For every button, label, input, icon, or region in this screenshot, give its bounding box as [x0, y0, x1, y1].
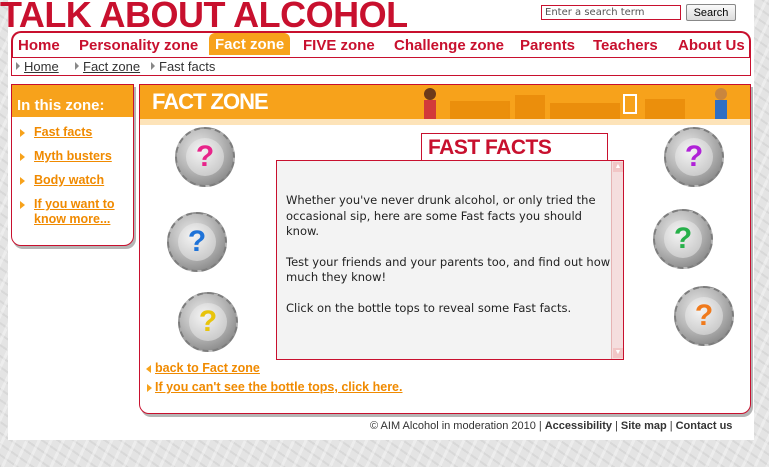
- footer-separator: |: [669, 420, 673, 432]
- breadcrumb-arrow-icon: [151, 62, 155, 70]
- main-nav: Home Personality zone Fact zone FIVE zon…: [11, 31, 751, 59]
- bottle-top-face: ?: [675, 138, 713, 176]
- sidebar-item-myth-busters[interactable]: Myth busters: [34, 149, 112, 164]
- bottle-top-face: ?: [685, 297, 723, 335]
- nav-item-teachers[interactable]: Teachers: [593, 37, 658, 54]
- sidebar-item-know-more-line2: know more...: [34, 212, 111, 226]
- nav-item-parents[interactable]: Parents: [520, 37, 575, 54]
- footer-separator: |: [538, 420, 542, 432]
- breadcrumb-current-label: Fast facts: [159, 59, 216, 74]
- footer-copyright: © AIM Alcohol in moderation 2010: [370, 420, 536, 432]
- footer: © AIM Alcohol in moderation 2010 | Accessi…: [370, 420, 732, 432]
- nav-item-about-us[interactable]: About Us: [678, 37, 745, 54]
- fast-facts-text: Whether you've never drunk alcohol, or o…: [286, 193, 616, 331]
- bottle-top-4[interactable]: ?: [664, 127, 724, 187]
- banner-building-shape: [515, 95, 545, 119]
- sidebar-item-body-watch[interactable]: Body watch: [34, 173, 104, 188]
- scrollbar[interactable]: ▲ ▼: [611, 161, 623, 359]
- fast-facts-title: FAST FACTS: [428, 136, 552, 159]
- sidebar-heading: In this zone:: [12, 85, 133, 117]
- nav-item-challenge-zone[interactable]: Challenge zone: [394, 37, 504, 54]
- breadcrumb-home-link[interactable]: Home: [24, 59, 59, 74]
- footer-site-map-link[interactable]: Site map: [621, 420, 667, 432]
- footer-accessibility-link[interactable]: Accessibility: [545, 420, 612, 432]
- bottle-top-2[interactable]: ?: [167, 212, 227, 272]
- sidebar: In this zone: Fast facts Myth busters Bo…: [11, 84, 134, 246]
- breadcrumb-home: Home: [16, 59, 59, 74]
- breadcrumb: Home Fact zone Fast facts: [11, 57, 751, 76]
- bottle-top-face: ?: [186, 138, 224, 176]
- breadcrumb-current: Fast facts: [151, 59, 215, 74]
- nav-item-home[interactable]: Home: [18, 37, 60, 54]
- question-mark-icon: ?: [198, 305, 218, 338]
- arrow-left-icon: [146, 365, 151, 373]
- bottle-tops-help-link[interactable]: If you can't see the bottle tops, click …: [155, 380, 402, 394]
- banner-building-shape: [550, 103, 620, 119]
- question-mark-icon: ?: [195, 140, 215, 173]
- arrow-right-icon: [147, 384, 152, 392]
- nav-item-personality-zone[interactable]: Personality zone: [79, 37, 198, 54]
- sidebar-item-fast-facts[interactable]: Fast facts: [34, 125, 92, 140]
- bottle-top-face: ?: [664, 220, 702, 258]
- banner-building-shape: [645, 99, 685, 119]
- breadcrumb-arrow-icon: [75, 62, 79, 70]
- arrow-right-icon: [20, 153, 25, 161]
- nav-item-fact-zone[interactable]: Fact zone: [209, 33, 291, 55]
- glass-icon: [623, 94, 637, 114]
- banner-stripe: [140, 119, 750, 125]
- arrow-right-icon: [20, 129, 25, 137]
- sidebar-item-know-more[interactable]: If you want to know more...: [34, 197, 115, 227]
- search-input[interactable]: [541, 5, 681, 20]
- scroll-down-icon[interactable]: ▼: [613, 348, 623, 358]
- question-mark-icon: ?: [187, 225, 207, 258]
- scroll-up-icon[interactable]: ▲: [613, 162, 623, 172]
- bottle-top-5[interactable]: ?: [653, 209, 713, 269]
- question-mark-icon: ?: [673, 222, 693, 255]
- question-mark-icon: ?: [684, 140, 704, 173]
- breadcrumb-zone-link[interactable]: Fact zone: [83, 59, 140, 74]
- bottle-top-1[interactable]: ?: [175, 127, 235, 187]
- fast-facts-paragraph: Whether you've never drunk alcohol, or o…: [286, 193, 596, 238]
- arrow-right-icon: [20, 201, 25, 209]
- bottle-top-6[interactable]: ?: [674, 286, 734, 346]
- bottle-top-face: ?: [178, 223, 216, 261]
- fast-facts-paragraph: Click on the bottle tops to reveal some …: [286, 300, 572, 315]
- fast-facts-header: FAST FACTS: [421, 133, 608, 161]
- fast-facts-panel: Whether you've never drunk alcohol, or o…: [276, 160, 624, 360]
- search-button[interactable]: Search: [686, 4, 736, 21]
- footer-contact-link[interactable]: Contact us: [676, 420, 733, 432]
- bottle-top-3[interactable]: ?: [178, 292, 238, 352]
- nav-item-five-zone[interactable]: FIVE zone: [303, 37, 375, 54]
- footer-separator: |: [615, 420, 618, 432]
- fact-zone-banner: FACT ZONE: [140, 85, 750, 119]
- sidebar-item-know-more-line1: If you want to: [34, 197, 115, 211]
- fast-facts-paragraph: Test your friends and your parents too, …: [286, 254, 611, 285]
- arrow-right-icon: [20, 177, 25, 185]
- question-mark-icon: ?: [694, 299, 714, 332]
- girl-figure-icon: [424, 88, 436, 119]
- bottle-top-face: ?: [189, 303, 227, 341]
- breadcrumb-zone: Fact zone: [75, 59, 140, 74]
- breadcrumb-arrow-icon: [16, 62, 20, 70]
- banner-building-shape: [450, 101, 510, 119]
- back-to-fact-zone-link[interactable]: back to Fact zone: [155, 361, 260, 375]
- boy-figure-icon: [715, 88, 727, 119]
- banner-illustration: [424, 88, 727, 119]
